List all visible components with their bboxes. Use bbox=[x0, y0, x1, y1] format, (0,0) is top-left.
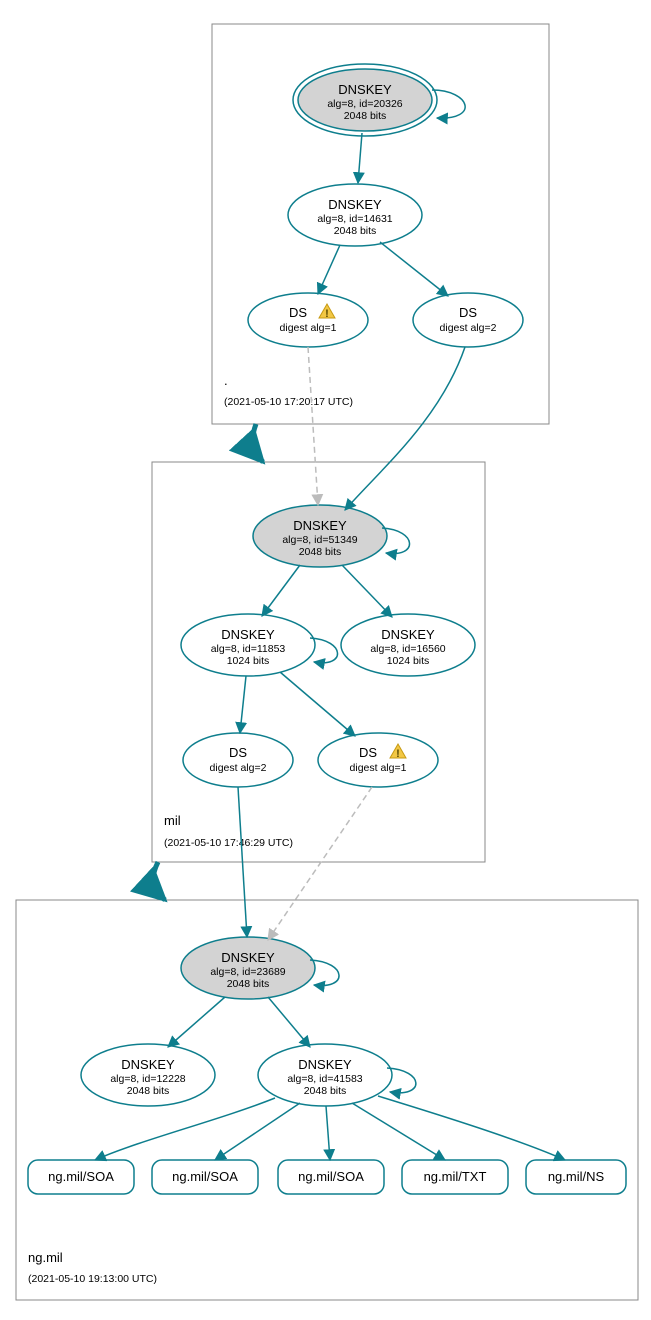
node-root-ds1: DS digest alg=1 ! bbox=[248, 293, 368, 347]
zone-root-ts: (2021-05-10 17:20:17 UTC) bbox=[224, 396, 353, 408]
node-root-ksk-l3: 2048 bits bbox=[344, 110, 387, 122]
node-ng-zsk2: DNSKEY alg=8, id=41583 2048 bits bbox=[258, 1044, 392, 1106]
rr-text-4: ng.mil/TXT bbox=[424, 1169, 487, 1184]
node-ng-ksk-l2: alg=8, id=23689 bbox=[210, 966, 285, 978]
edge-root-zsk-ds1 bbox=[318, 245, 340, 294]
node-ng-zsk1-l3: 2048 bits bbox=[127, 1085, 170, 1097]
edge-root-ds1-mil-ksk bbox=[308, 347, 318, 505]
zone-mil-label: mil bbox=[164, 813, 181, 828]
node-mil-ds2: DS digest alg=2 bbox=[183, 733, 293, 787]
node-mil-ksk-l2: alg=8, id=51349 bbox=[282, 534, 357, 546]
node-ng-ksk: DNSKEY alg=8, id=23689 2048 bits bbox=[181, 937, 315, 999]
svg-text:!: ! bbox=[325, 308, 329, 320]
edge-root-ksk-zsk bbox=[358, 133, 362, 183]
node-root-zsk: DNSKEY alg=8, id=14631 2048 bits bbox=[288, 184, 422, 246]
node-mil-ksk-l3: 2048 bits bbox=[299, 546, 342, 558]
edge-mil-ksk-zsk2 bbox=[342, 565, 392, 617]
edge-ng-zsk2-r5 bbox=[378, 1096, 565, 1160]
node-mil-ksk-title: DNSKEY bbox=[293, 518, 347, 533]
edge-mil-to-ngmil bbox=[153, 862, 165, 900]
node-ng-ksk-title: DNSKEY bbox=[221, 950, 275, 965]
node-mil-zsk2-l2: alg=8, id=16560 bbox=[370, 643, 445, 655]
zone-ngmil-label: ng.mil bbox=[28, 1250, 63, 1265]
edge-root-zsk-ds2 bbox=[380, 242, 448, 296]
node-root-zsk-title: DNSKEY bbox=[328, 197, 382, 212]
edge-mil-ksk-zsk1 bbox=[262, 565, 300, 616]
node-root-ksk: DNSKEY alg=8, id=20326 2048 bits bbox=[293, 64, 437, 136]
edge-ng-ksk-zsk2 bbox=[268, 997, 310, 1047]
edge-ng-zsk2-r4 bbox=[352, 1103, 445, 1160]
node-mil-zsk2: DNSKEY alg=8, id=16560 1024 bits bbox=[341, 614, 475, 676]
node-root-zsk-l2: alg=8, id=14631 bbox=[317, 213, 392, 225]
rr-text-3: ng.mil/SOA bbox=[298, 1169, 364, 1184]
node-mil-zsk1-title: DNSKEY bbox=[221, 627, 275, 642]
node-ng-zsk1: DNSKEY alg=8, id=12228 2048 bits bbox=[81, 1044, 215, 1106]
node-mil-ds1-l2: digest alg=1 bbox=[350, 762, 407, 774]
node-mil-ds1-title: DS bbox=[359, 745, 377, 760]
svg-text:!: ! bbox=[396, 748, 400, 760]
node-root-ds2-l2: digest alg=2 bbox=[440, 322, 497, 334]
edge-mil-zsk1-ds2 bbox=[240, 676, 246, 733]
edge-ng-ksk-zsk1 bbox=[168, 997, 225, 1047]
node-root-ksk-l2: alg=8, id=20326 bbox=[327, 98, 402, 110]
edge-mil-zsk1-ds1 bbox=[280, 672, 355, 736]
node-root-ds1-l2: digest alg=1 bbox=[280, 322, 337, 334]
zone-root-label: . bbox=[224, 373, 228, 388]
node-mil-ds2-l2: digest alg=2 bbox=[210, 762, 267, 774]
node-root-ksk-title: DNSKEY bbox=[338, 82, 392, 97]
node-root-ds2: DS digest alg=2 bbox=[413, 293, 523, 347]
node-mil-zsk2-l3: 1024 bits bbox=[387, 655, 430, 667]
node-mil-zsk1: DNSKEY alg=8, id=11853 1024 bits bbox=[181, 614, 315, 676]
edge-ng-zsk2-r1 bbox=[95, 1098, 275, 1160]
rr-text-2: ng.mil/SOA bbox=[172, 1169, 238, 1184]
edge-root-ds2-mil-ksk bbox=[345, 347, 465, 510]
node-mil-ds2-title: DS bbox=[229, 745, 247, 760]
edge-mil-ds1-ng-ksk bbox=[268, 787, 372, 940]
node-ng-zsk1-l2: alg=8, id=12228 bbox=[110, 1073, 185, 1085]
edge-ng-zsk2-r3 bbox=[326, 1106, 330, 1160]
zone-ngmil-ts: (2021-05-10 19:13:00 UTC) bbox=[28, 1273, 157, 1285]
rr-text-1: ng.mil/SOA bbox=[48, 1169, 114, 1184]
zone-mil-ts: (2021-05-10 17:46:29 UTC) bbox=[164, 837, 293, 849]
node-root-ds2-title: DS bbox=[459, 305, 477, 320]
node-mil-zsk2-title: DNSKEY bbox=[381, 627, 435, 642]
node-ng-zsk2-l3: 2048 bits bbox=[304, 1085, 347, 1097]
node-ng-zsk2-l2: alg=8, id=41583 bbox=[287, 1073, 362, 1085]
node-mil-zsk1-l3: 1024 bits bbox=[227, 655, 270, 667]
node-root-ds1-title: DS bbox=[289, 305, 307, 320]
edge-root-to-mil bbox=[253, 424, 263, 462]
node-ng-ksk-l3: 2048 bits bbox=[227, 978, 270, 990]
node-root-zsk-l3: 2048 bits bbox=[334, 225, 377, 237]
edge-ng-zsk2-r2 bbox=[215, 1103, 300, 1160]
node-mil-ksk: DNSKEY alg=8, id=51349 2048 bits bbox=[253, 505, 387, 567]
node-mil-zsk1-l2: alg=8, id=11853 bbox=[211, 643, 286, 655]
node-mil-ds1: DS digest alg=1 ! bbox=[318, 733, 438, 787]
node-ng-zsk2-title: DNSKEY bbox=[298, 1057, 352, 1072]
node-ng-zsk1-title: DNSKEY bbox=[121, 1057, 175, 1072]
rr-text-5: ng.mil/NS bbox=[548, 1169, 605, 1184]
